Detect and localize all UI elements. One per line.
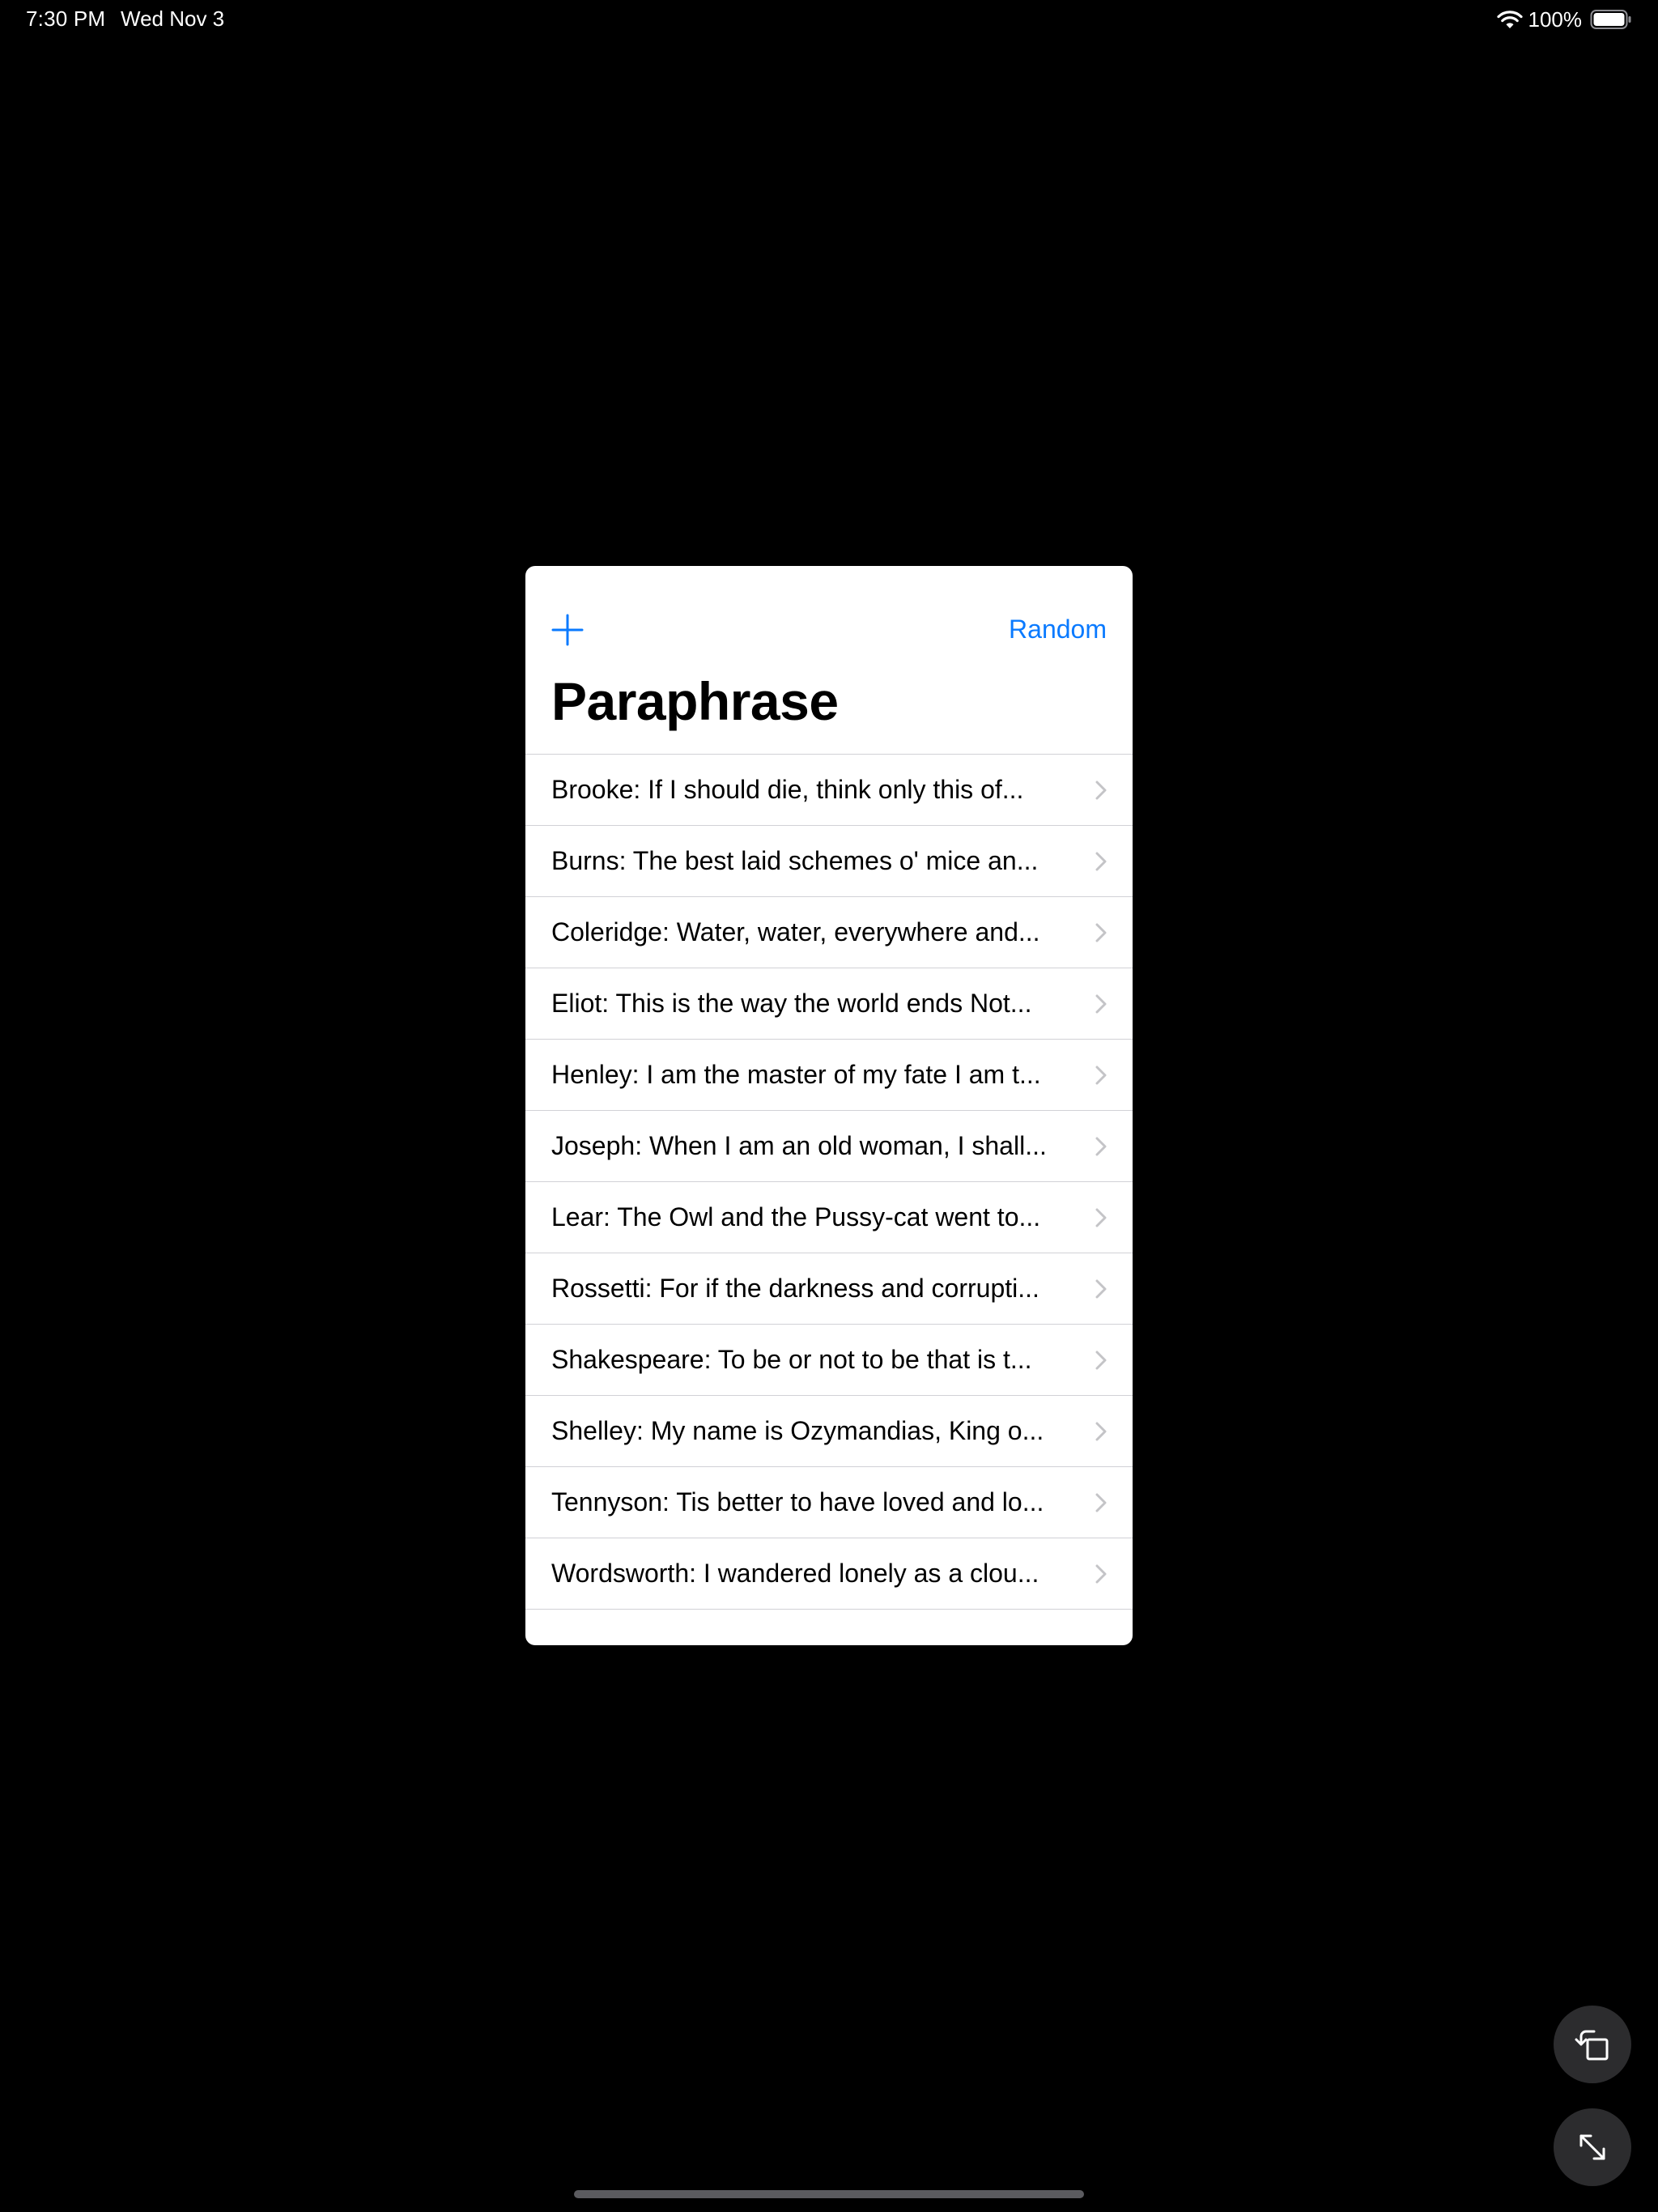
chevron-right-icon — [1095, 1351, 1107, 1370]
chevron-right-icon — [1095, 1066, 1107, 1085]
list-item-label: Brooke: If I should die, think only this… — [551, 775, 1024, 804]
add-button[interactable] — [551, 614, 584, 646]
list-item[interactable]: Henley: I am the master of my fate I am … — [525, 1040, 1133, 1111]
app-window: Random Paraphrase Brooke: If I should di… — [525, 566, 1133, 1645]
list-item[interactable]: Brooke: If I should die, think only this… — [525, 755, 1133, 826]
list-item[interactable]: Rossetti: For if the darkness and corrup… — [525, 1253, 1133, 1325]
plus-icon — [551, 614, 584, 646]
list-item-label: Rossetti: For if the darkness and corrup… — [551, 1274, 1039, 1303]
chevron-right-icon — [1095, 1208, 1107, 1227]
rotate-button[interactable] — [1554, 2006, 1631, 2083]
expand-icon — [1579, 2134, 1605, 2160]
list-item[interactable]: Shelley: My name is Ozymandias, King o..… — [525, 1396, 1133, 1467]
list-item-label: Eliot: This is the way the world ends No… — [551, 989, 1032, 1018]
poem-list: Brooke: If I should die, think only this… — [525, 754, 1133, 1610]
status-time: 7:30 PM — [26, 6, 106, 31]
nav-bar: Random — [525, 566, 1133, 663]
status-bar: 7:30 PM Wed Nov 3 100% — [0, 0, 1658, 40]
rotate-icon — [1575, 2030, 1609, 2061]
list-item-label: Shakespeare: To be or not to be that is … — [551, 1345, 1032, 1374]
chevron-right-icon — [1095, 1422, 1107, 1441]
chevron-right-icon — [1095, 1279, 1107, 1299]
list-item[interactable]: Shakespeare: To be or not to be that is … — [525, 1325, 1133, 1396]
wifi-icon — [1496, 11, 1523, 28]
list-item[interactable]: Joseph: When I am an old woman, I shall.… — [525, 1111, 1133, 1182]
list-item-label: Coleridge: Water, water, everywhere and.… — [551, 917, 1040, 946]
list-item[interactable]: Eliot: This is the way the world ends No… — [525, 968, 1133, 1040]
list-item-label: Henley: I am the master of my fate I am … — [551, 1060, 1041, 1089]
status-indicators: 100% — [1496, 6, 1633, 32]
list-item-label: Wordsworth: I wandered lonely as a clou.… — [551, 1559, 1039, 1588]
list-item-label: Tennyson: Tis better to have loved and l… — [551, 1487, 1044, 1516]
battery-icon — [1590, 10, 1631, 29]
list-item[interactable]: Wordsworth: I wandered lonely as a clou.… — [525, 1538, 1133, 1610]
chevron-right-icon — [1095, 923, 1107, 942]
page-title: Paraphrase — [551, 671, 839, 731]
chevron-right-icon — [1095, 1493, 1107, 1512]
status-date: Wed Nov 3 — [121, 6, 225, 31]
chevron-right-icon — [1095, 852, 1107, 871]
list-item[interactable]: Lear: The Owl and the Pussy-cat went to.… — [525, 1182, 1133, 1253]
chevron-right-icon — [1095, 1564, 1107, 1584]
list-item-label: Lear: The Owl and the Pussy-cat went to.… — [551, 1202, 1041, 1231]
battery-percent: 100% — [1528, 6, 1583, 32]
random-button[interactable]: Random — [1009, 615, 1107, 644]
list-item-label: Burns: The best laid schemes o' mice an.… — [551, 846, 1039, 875]
list-item-label: Shelley: My name is Ozymandias, King o..… — [551, 1416, 1044, 1445]
chevron-right-icon — [1095, 994, 1107, 1014]
list-item-label: Joseph: When I am an old woman, I shall.… — [551, 1131, 1047, 1160]
chevron-right-icon — [1095, 781, 1107, 800]
home-indicator[interactable] — [574, 2190, 1084, 2198]
list-item[interactable]: Burns: The best laid schemes o' mice an.… — [525, 826, 1133, 897]
list-item[interactable]: Tennyson: Tis better to have loved and l… — [525, 1467, 1133, 1538]
fullscreen-button[interactable] — [1554, 2108, 1631, 2186]
chevron-right-icon — [1095, 1137, 1107, 1156]
list-item[interactable]: Coleridge: Water, water, everywhere and.… — [525, 897, 1133, 968]
